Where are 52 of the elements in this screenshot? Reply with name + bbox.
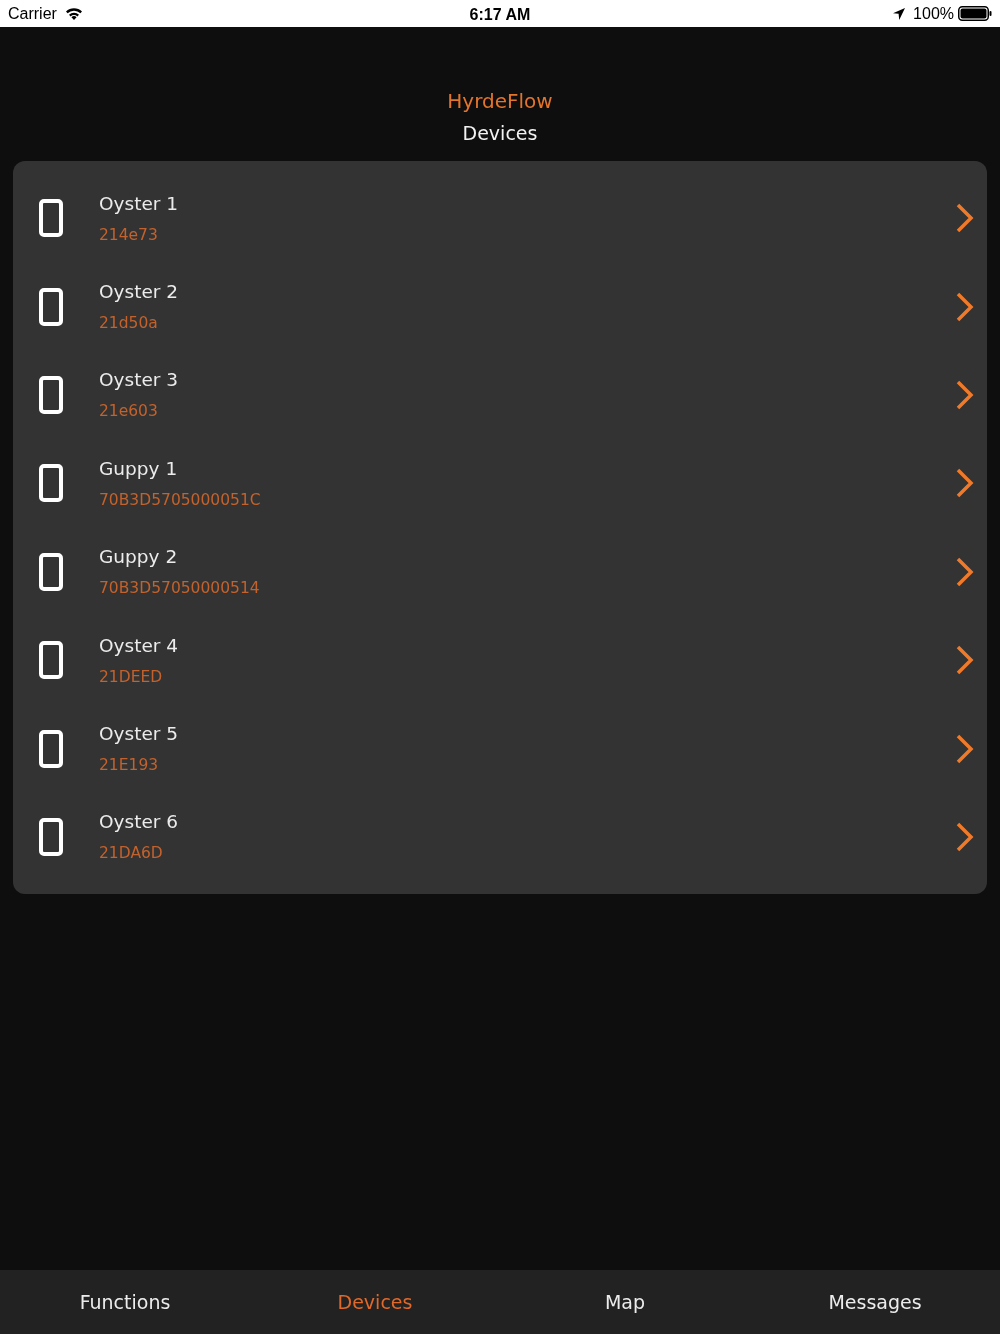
device-row[interactable]: Oyster 5 21E193 <box>13 704 987 793</box>
chevron-right-icon <box>955 645 975 676</box>
tablet-icon <box>39 464 63 503</box>
battery-icon <box>958 6 992 21</box>
device-name: Oyster 4 <box>99 633 179 658</box>
device-name: Guppy 2 <box>99 545 178 570</box>
chevron-right-icon <box>955 468 975 499</box>
tablet-icon <box>39 817 63 856</box>
device-id: 70B3D5705000051C <box>99 489 261 510</box>
battery-percent: 100% <box>913 3 954 24</box>
device-id: 21DEED <box>99 666 163 687</box>
wifi-icon <box>64 7 83 20</box>
device-name: Oyster 2 <box>99 280 179 305</box>
device-row[interactable]: Guppy 1 70B3D5705000051C <box>13 439 987 528</box>
device-id: 21DA6D <box>99 843 163 864</box>
tablet-icon <box>39 552 63 591</box>
chevron-right-icon <box>955 821 975 852</box>
device-row[interactable]: Guppy 2 70B3D57050000514 <box>13 527 987 616</box>
device-id: 21d50a <box>99 313 158 334</box>
tablet-icon <box>39 375 63 414</box>
app-name: HyrdeFlow <box>447 89 553 113</box>
device-row[interactable]: Oyster 2 21d50a <box>13 262 987 351</box>
device-id: 214e73 <box>99 224 158 245</box>
location-arrow-icon <box>893 7 906 20</box>
device-name: Oyster 6 <box>99 810 179 835</box>
chevron-right-icon <box>955 291 975 322</box>
device-name: Oyster 3 <box>99 368 179 393</box>
tablet-icon <box>39 729 63 768</box>
device-row[interactable]: Oyster 4 21DEED <box>13 615 987 705</box>
device-id: 21e603 <box>99 401 158 422</box>
tab[interactable]: Map <box>500 1279 750 1325</box>
page-title: Devices <box>462 121 538 145</box>
tablet-icon <box>39 199 63 238</box>
chevron-right-icon <box>955 203 975 234</box>
device-id: 70B3D57050000514 <box>99 578 260 599</box>
device-row[interactable]: Oyster 3 21e603 <box>13 350 987 440</box>
tab[interactable]: Messages <box>750 1279 1000 1325</box>
chevron-right-icon <box>955 379 975 410</box>
chevron-right-icon <box>955 556 975 587</box>
device-name: Oyster 5 <box>99 722 179 747</box>
device-name: Oyster 1 <box>99 191 179 216</box>
tablet-icon <box>39 287 63 326</box>
tab[interactable]: Functions <box>0 1279 250 1325</box>
device-row[interactable]: Oyster 6 21DA6D <box>13 792 987 882</box>
carrier-label: Carrier <box>8 3 57 24</box>
device-id: 21E193 <box>99 755 159 776</box>
tab[interactable]: Devices <box>250 1279 500 1325</box>
tablet-icon <box>39 641 63 680</box>
chevron-right-icon <box>955 733 975 764</box>
device-name: Guppy 1 <box>99 456 178 481</box>
device-row[interactable]: Oyster 1 214e73 <box>13 174 987 263</box>
clock-time: 6:17 AM <box>469 5 531 25</box>
